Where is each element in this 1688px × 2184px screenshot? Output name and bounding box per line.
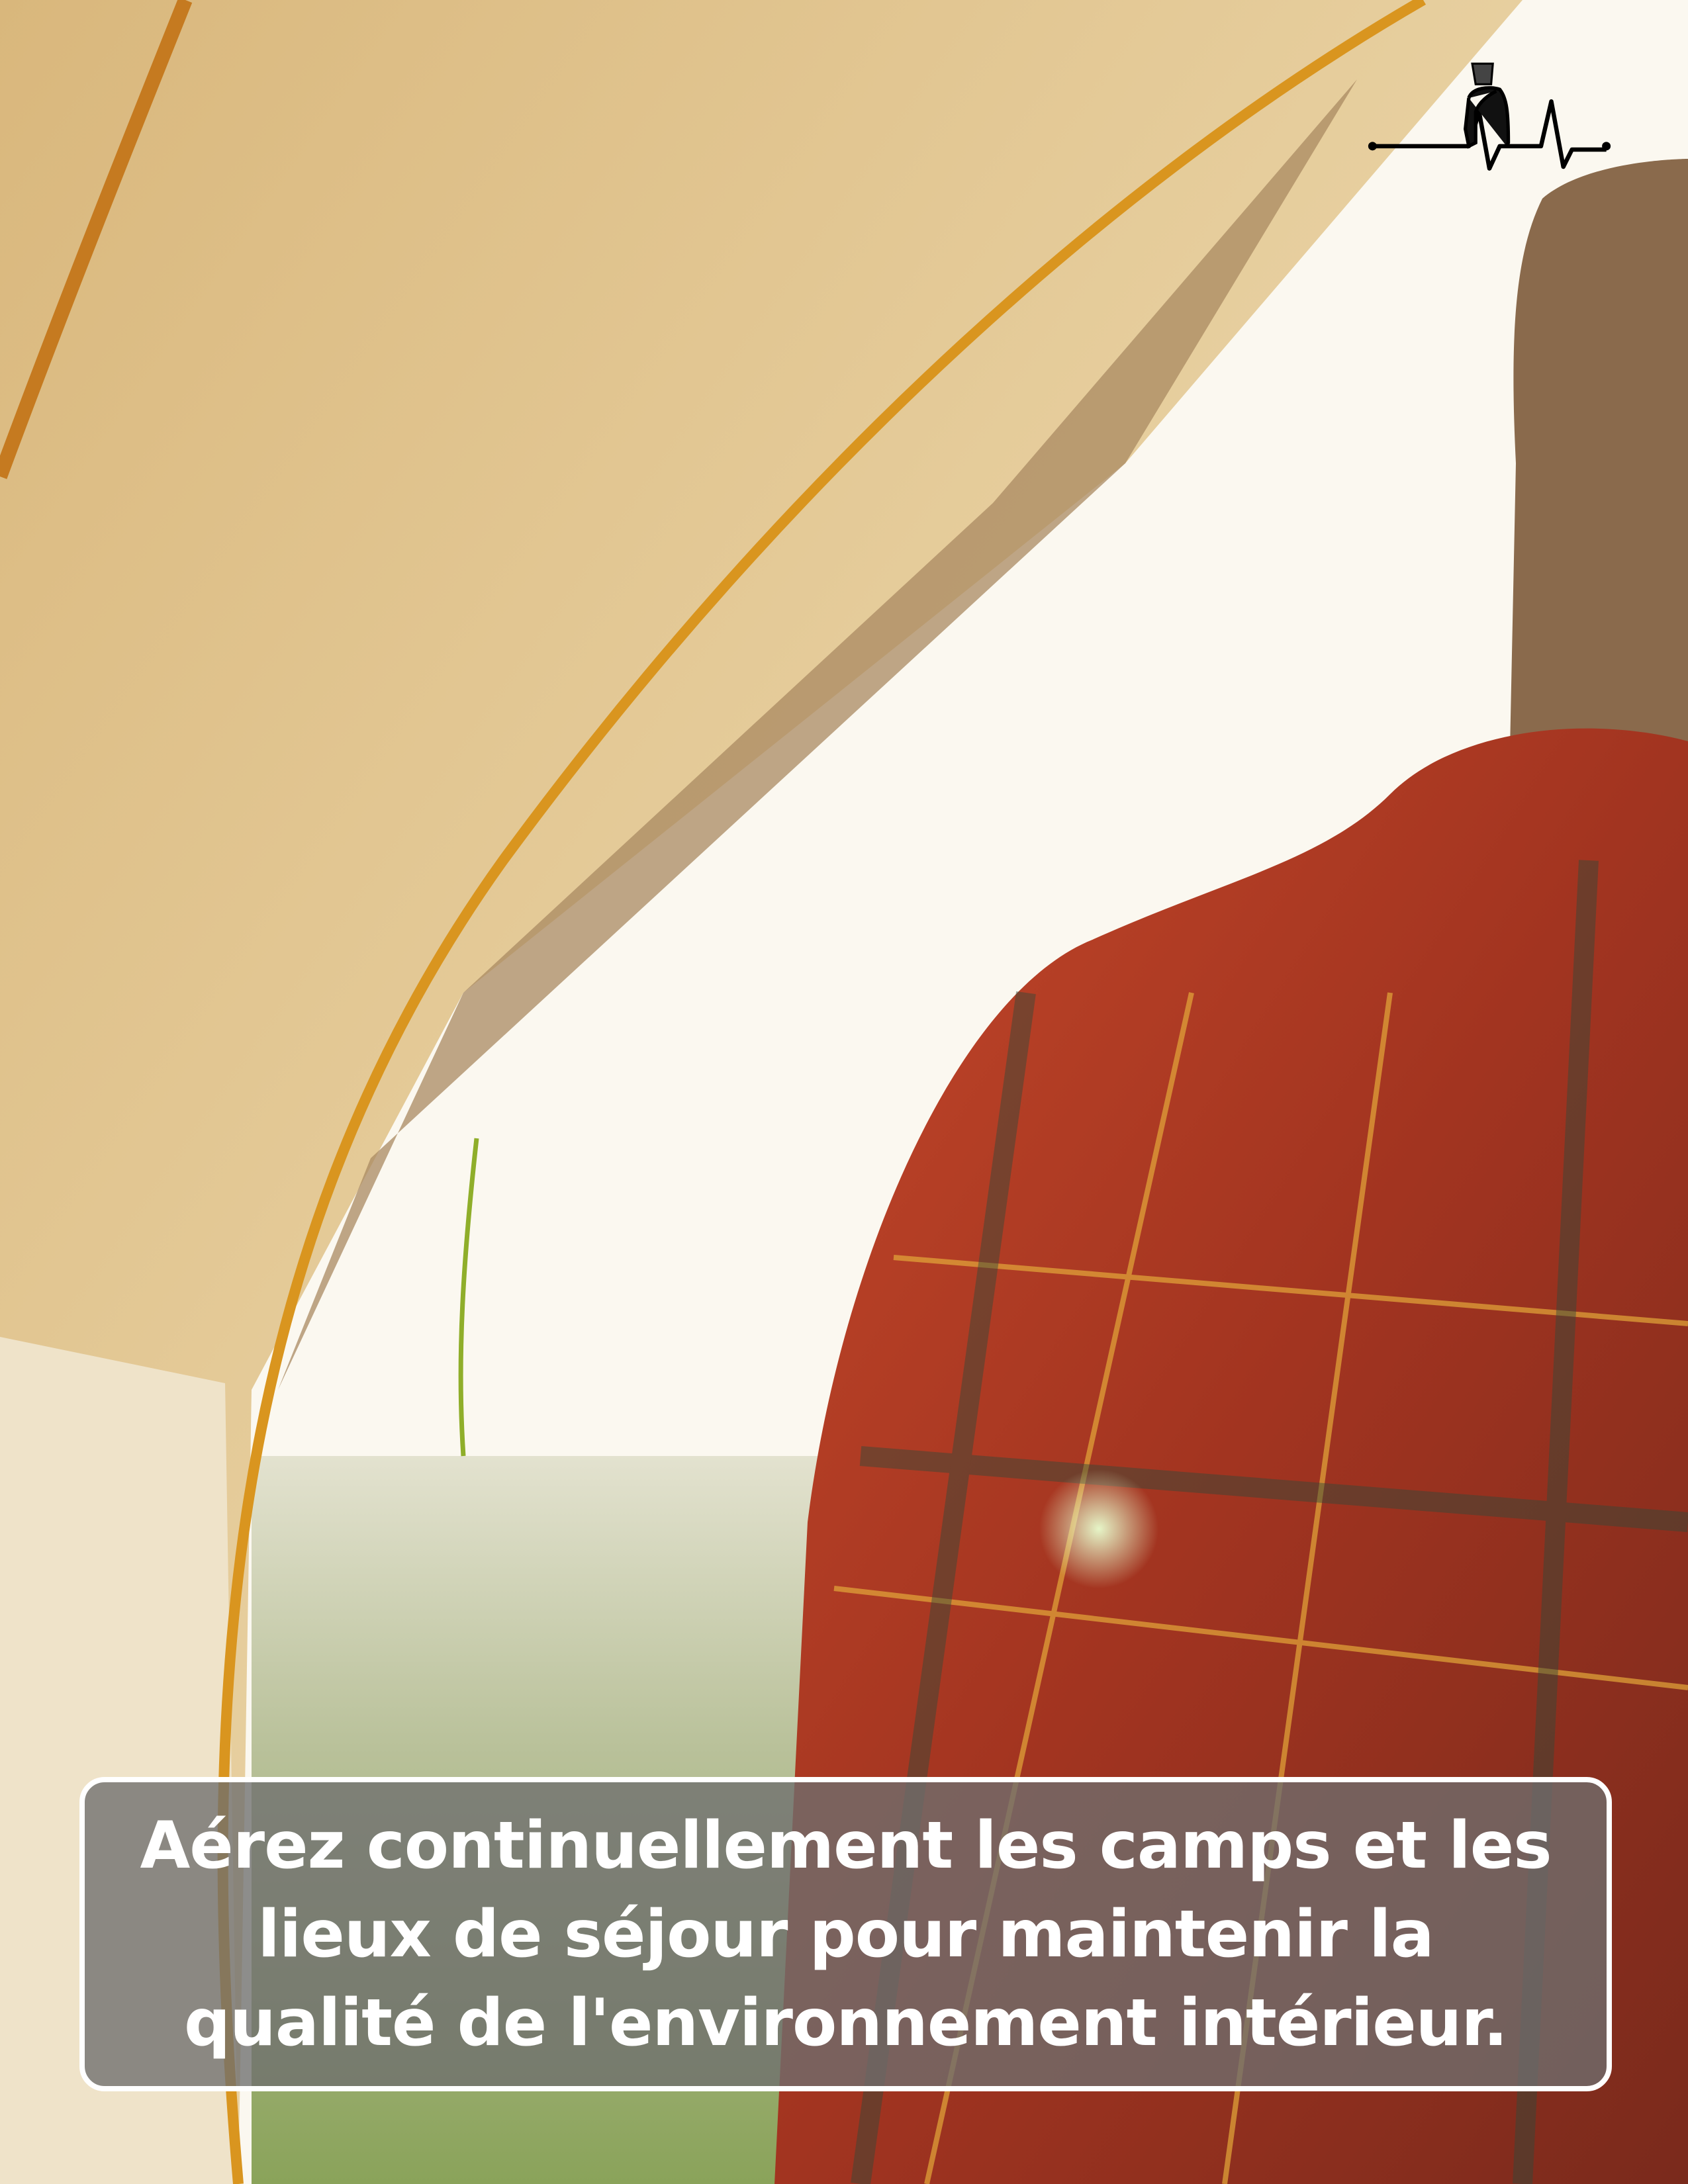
- caption-box: Aérez continuellement les camps et les l…: [79, 1777, 1612, 2091]
- person-heartbeat-logo: [1368, 62, 1611, 171]
- man-head: [1509, 159, 1688, 807]
- caption-text: Aérez continuellement les camps et les l…: [140, 1807, 1552, 2061]
